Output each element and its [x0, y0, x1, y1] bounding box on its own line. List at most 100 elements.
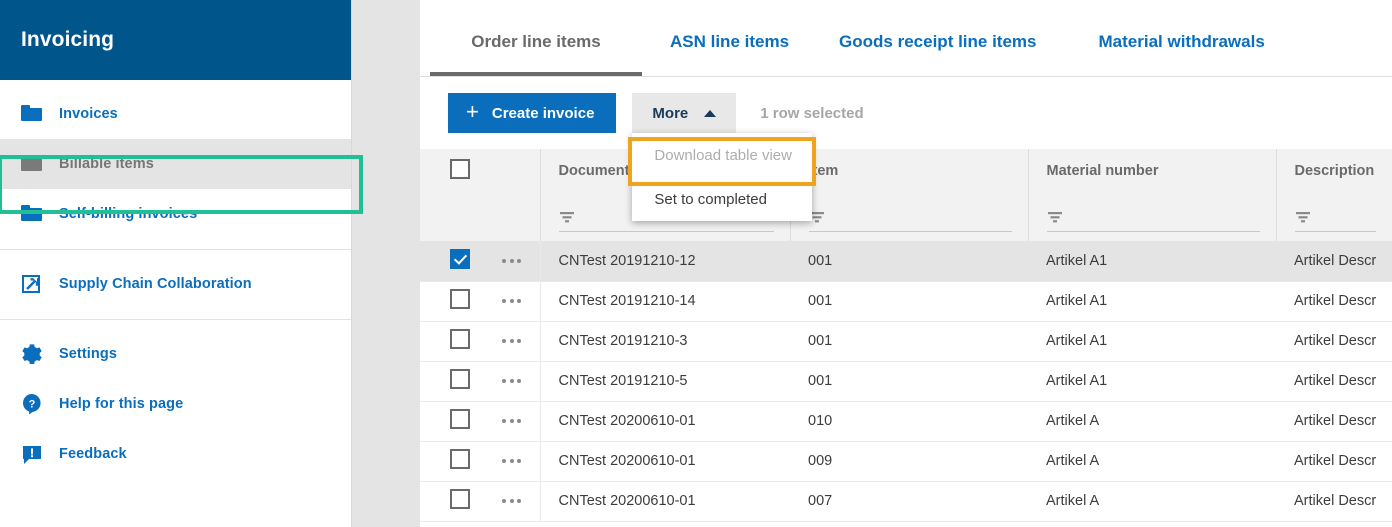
tab-label: Material withdrawals [1098, 32, 1265, 51]
table-row[interactable]: CNTest 20191210-5 001 Artikel A1 Artikel… [420, 361, 1392, 401]
external-link-icon [21, 273, 43, 295]
row-checkbox[interactable] [450, 489, 470, 509]
table-toolbar: + Create invoice More Download table vie… [420, 77, 1392, 221]
create-invoice-button[interactable]: + Create invoice [448, 93, 617, 133]
cell-description: Artikel Descr [1294, 453, 1377, 469]
sidebar-item-label: Supply Chain Collaboration [59, 276, 252, 292]
cell-description: Artikel Descr [1294, 333, 1377, 349]
row-actions-icon[interactable] [502, 499, 540, 503]
select-all-checkbox[interactable] [450, 159, 470, 179]
folder-icon [21, 203, 43, 225]
cell-material-number: Artikel A1 [1046, 252, 1108, 269]
plus-icon: + [466, 99, 479, 124]
tab-material-withdrawals[interactable]: Material withdrawals [1099, 24, 1265, 76]
sidebar: Invoicing Invoices Billable items Self-b… [0, 0, 363, 527]
cell-description: Artikel Descr [1294, 293, 1377, 309]
cell-description: Artikel Descr [1294, 493, 1377, 509]
row-checkbox[interactable] [450, 289, 470, 309]
cell-document-number: CNTest 20191210-5 [539, 361, 790, 401]
row-select-cell [420, 361, 502, 401]
filter-icon [1047, 211, 1062, 222]
row-checkbox[interactable] [450, 329, 470, 349]
rows-selected-status: 1 row selected [760, 104, 864, 122]
sidebar-item-invoices[interactable]: Invoices [0, 89, 351, 139]
cell-item: 007 [808, 493, 833, 509]
row-actions-cell [502, 321, 540, 361]
column-header-item[interactable]: Item [789, 149, 1028, 193]
sidebar-item-label: Self-billing invoices [59, 206, 198, 222]
row-actions-cell [502, 361, 540, 401]
table-row[interactable]: CNTest 20191210-14 001 Artikel A1 Artike… [420, 281, 1392, 321]
filter-spacer [420, 193, 502, 241]
row-actions-cell [502, 441, 540, 481]
cell-description: Artikel Descr [1294, 252, 1377, 269]
cell-item: 001 [808, 373, 833, 389]
table-row[interactable]: CNTest 20191210-12 001 Artikel A1 Artike… [420, 241, 1392, 281]
filter-input-material-number[interactable] [1046, 202, 1260, 232]
row-select-cell [420, 441, 502, 481]
folder-icon [21, 153, 43, 175]
sidebar-item-feedback[interactable]: Feedback [0, 429, 351, 479]
external-link-arrow-icon [26, 278, 38, 290]
row-actions-icon[interactable] [502, 339, 540, 343]
cell-description: Artikel Descr [1294, 413, 1377, 429]
tab-goods-receipt-line-items[interactable]: Goods receipt line items [839, 24, 1036, 76]
filter-cell-material-number [1027, 193, 1276, 241]
folder-icon [21, 103, 43, 125]
row-actions-cell [502, 281, 540, 321]
tab-order-line-items[interactable]: Order line items [430, 24, 642, 76]
row-actions-icon[interactable] [502, 419, 540, 423]
more-button[interactable]: More [632, 93, 737, 133]
cell-document-number: CNTest 20191210-14 [539, 281, 790, 321]
sidebar-item-label: Invoices [59, 106, 118, 122]
sidebar-item-billable-items[interactable]: Billable items [0, 139, 351, 189]
row-checkbox[interactable] [450, 449, 470, 469]
sidebar-item-supply-chain-collaboration[interactable]: Supply Chain Collaboration [0, 259, 351, 309]
table-row[interactable]: CNTest 20200610-01 007 Artikel A Artikel… [420, 481, 1392, 521]
sidebar-item-label: Help for this page [59, 396, 184, 412]
table-filter-row [420, 193, 1392, 241]
filter-cell-description [1275, 193, 1392, 241]
sidebar-item-label: Billable items [59, 156, 154, 172]
row-checkbox[interactable] [450, 409, 470, 429]
menu-item-set-to-completed[interactable]: Set to completed [632, 177, 812, 221]
row-actions-icon[interactable] [502, 258, 540, 263]
line-items-table: Document number Item Material number Des… [420, 149, 1392, 522]
filter-input-item[interactable] [808, 202, 1012, 232]
sidebar-group-collaboration: Supply Chain Collaboration [0, 250, 351, 320]
sidebar-header: Invoicing [0, 0, 351, 80]
column-header-material-number[interactable]: Material number [1027, 149, 1276, 193]
row-checkbox[interactable] [450, 248, 470, 269]
table-row[interactable]: CNTest 20191210-3 001 Artikel A1 Artikel… [420, 321, 1392, 361]
main-content: Order line items ASN line items Goods re… [420, 0, 1392, 527]
cell-document-number: CNTest 20200610-01 [539, 441, 790, 481]
cell-material-number: Artikel A1 [1046, 293, 1108, 309]
row-actions-cell [502, 401, 540, 441]
row-select-cell [420, 281, 502, 321]
row-actions-icon[interactable] [502, 379, 540, 383]
row-actions-icon[interactable] [502, 299, 540, 303]
table-row[interactable]: CNTest 20200610-01 010 Artikel A Artikel… [420, 401, 1392, 441]
row-select-cell [420, 321, 502, 361]
table-row[interactable]: CNTest 20200610-01 009 Artikel A Artikel… [420, 441, 1392, 481]
sidebar-group-invoicing: Invoices Billable items Self-billing inv… [0, 80, 351, 250]
cell-document-number: CNTest 20200610-01 [539, 401, 790, 441]
row-checkbox[interactable] [450, 369, 470, 389]
cell-material-number: Artikel A [1046, 493, 1100, 509]
menu-item-download-table-view[interactable]: Download table view [632, 133, 812, 177]
cell-document-number: CNTest 20191210-12 [539, 241, 790, 281]
row-actions-header [502, 149, 540, 193]
sidebar-item-self-billing-invoices[interactable]: Self-billing invoices [0, 189, 351, 239]
cell-document-number: CNTest 20200610-01 [539, 481, 790, 521]
row-actions-cell [502, 481, 540, 521]
more-label: More [652, 104, 689, 122]
column-header-description[interactable]: Description [1275, 149, 1392, 193]
filter-input-description[interactable] [1294, 202, 1376, 232]
sidebar-item-settings[interactable]: Settings [0, 329, 351, 379]
app-root: Invoicing Invoices Billable items Self-b… [0, 0, 1392, 527]
cell-item: 001 [808, 252, 833, 269]
row-actions-icon[interactable] [502, 459, 540, 463]
tab-asn-line-items[interactable]: ASN line items [670, 24, 789, 76]
filter-icon [559, 211, 574, 222]
sidebar-item-help-for-this-page[interactable]: ? Help for this page [0, 379, 351, 429]
